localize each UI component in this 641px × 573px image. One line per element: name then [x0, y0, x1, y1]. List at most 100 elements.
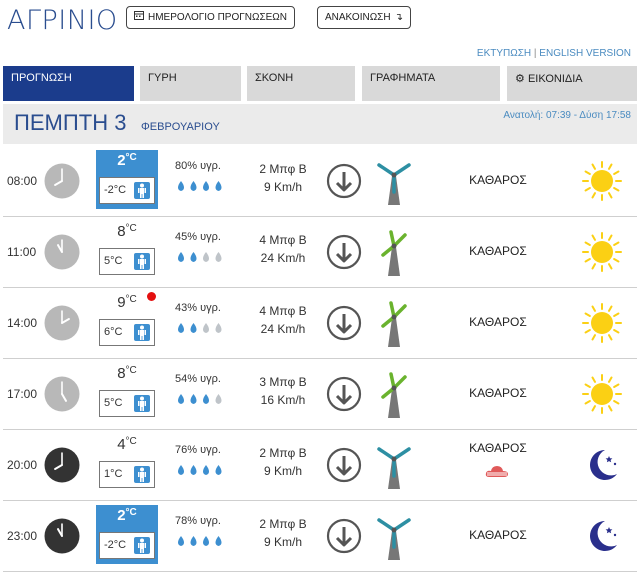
- wind-direction-arrow-icon: [326, 163, 362, 199]
- sky-description: ΚΑΘΑΡΟΣ: [469, 315, 527, 329]
- person-icon: [134, 324, 150, 341]
- temperature-unit: °C: [125, 152, 137, 163]
- humidity-drops-icon: [175, 534, 227, 548]
- day-header: ΠΕΜΠΤΗ 3 ΦΕΒΡΟΥΑΡΙΟΥ Ανατολή: 07:39 - Δύ…: [3, 104, 637, 144]
- humidity: 45% υγρ.: [175, 231, 221, 243]
- wind: 4 Μπφ Β 24 Km/h: [248, 231, 318, 267]
- tab-forecast[interactable]: ΠΡΟΓΝΩΣΗ: [3, 66, 134, 101]
- moon-icon: [581, 444, 623, 486]
- temperature-value: 9: [117, 294, 126, 311]
- print-link[interactable]: ΕΚΤΥΠΩΣΗ: [477, 48, 531, 59]
- clock-icon: [44, 163, 80, 199]
- wind-turbine-icon: [375, 442, 413, 490]
- tab-pollen[interactable]: ΓΥΡΗ: [140, 66, 241, 101]
- sun-icon: [581, 231, 623, 273]
- tab-label: ΣΚΟΝΗ: [255, 72, 294, 84]
- temperature-box: 2°C -2°C: [96, 150, 158, 209]
- temperature: 2°C: [96, 507, 158, 524]
- feels-like-value: 1°C: [104, 468, 123, 480]
- wind-speed: 9 Km/h: [263, 535, 302, 549]
- wind-direction-arrow-icon: [326, 234, 362, 270]
- calendar-button-label: ΗΜΕΡΟΛΟΓΙΟ ΠΡΟΓΝΩΣΕΩΝ: [148, 12, 288, 23]
- alert-dot: [147, 292, 156, 301]
- temperature-box: 8°C 5°C: [96, 363, 158, 422]
- wind: 2 Μπφ Β 9 Km/h: [248, 515, 318, 551]
- wind-beaufort: 2 Μπφ Β: [259, 517, 307, 531]
- row-time: 20:00: [7, 458, 38, 472]
- person-icon: [134, 466, 150, 483]
- english-version-link[interactable]: ENGLISH VERSION: [539, 48, 631, 59]
- wind: 4 Μπφ Β 24 Km/h: [248, 302, 318, 338]
- row-time: 14:00: [7, 316, 38, 330]
- wind-turbine-icon: [375, 513, 413, 561]
- feels-like-value: 5°C: [104, 255, 123, 267]
- temperature: 2°C: [96, 152, 158, 169]
- feels-like-value: -2°C: [104, 184, 127, 196]
- tab-label: ΠΡΟΓΝΩΣΗ: [11, 72, 72, 84]
- announcement-button-label: ΑΝΑΚΟΙΝΩΣΗ: [325, 12, 391, 23]
- forecast-row: 20:00 4°C 1°C 76% υγρ. 2 Μπφ Β 9 Km/h ΚΑ…: [3, 430, 637, 501]
- humidity-drops-icon: [175, 250, 227, 264]
- temperature-box: 2°C -2°C: [96, 505, 158, 564]
- temperature-value: 8: [117, 223, 126, 240]
- feels-like-value: 5°C: [104, 397, 123, 409]
- person-icon: [134, 182, 150, 199]
- temperature-box: 4°C 1°C: [96, 434, 158, 493]
- announcement-button[interactable]: ΑΝΑΚΟΙΝΩΣΗ ↴: [317, 6, 411, 29]
- feels-like-value: -2°C: [104, 539, 127, 551]
- clock-icon: [44, 305, 80, 341]
- wind-direction-arrow-icon: [326, 305, 362, 341]
- feels-like-box: -2°C: [99, 177, 155, 204]
- tab-charts[interactable]: ΓΡΑΦΗΜΑΤΑ: [362, 66, 500, 101]
- links-separator: |: [533, 48, 537, 59]
- wind: 3 Μπφ Β 16 Km/h: [248, 373, 318, 409]
- wind-direction-arrow-icon: [326, 447, 362, 483]
- tab-label: ΓΥΡΗ: [148, 72, 177, 84]
- sky-description: ΚΑΘΑΡΟΣ: [469, 441, 527, 455]
- city-title: ΑΓΡΙΝΙΟ: [7, 5, 118, 36]
- humidity: 80% υγρ.: [175, 160, 221, 172]
- wind-beaufort: 4 Μπφ Β: [259, 304, 307, 318]
- feels-like-value: 6°C: [104, 326, 123, 338]
- sun-icon: [581, 302, 623, 344]
- forecast-row: 14:00 9°C 6°C 43% υγρ. 4 Μπφ Β 24 Km/h Κ…: [3, 288, 637, 359]
- temperature-unit: °C: [125, 436, 137, 447]
- day-name: ΠΕΜΠΤΗ 3: [14, 110, 127, 135]
- feels-like-box: 1°C: [99, 461, 155, 488]
- feels-like-box: -2°C: [99, 532, 155, 559]
- humidity-drops-icon: [175, 321, 227, 335]
- temperature-unit: °C: [125, 365, 137, 376]
- temperature: 8°C: [96, 365, 158, 382]
- wind-turbine-icon: [375, 229, 413, 277]
- temperature: 8°C: [96, 223, 158, 240]
- feels-like-box: 5°C: [99, 248, 155, 275]
- clock-icon: [44, 376, 80, 412]
- wind-speed: 9 Km/h: [263, 464, 302, 478]
- wind-speed: 16 Km/h: [260, 393, 306, 407]
- temperature-box: 8°C 5°C: [96, 221, 158, 280]
- wind-turbine-icon: [375, 371, 413, 419]
- humidity-drops-icon: [175, 463, 227, 477]
- gear-icon: ⚙: [515, 73, 525, 85]
- wind: 2 Μπφ Β 9 Km/h: [248, 444, 318, 480]
- sky-description: ΚΑΘΑΡΟΣ: [469, 173, 527, 187]
- temperature-value: 4: [117, 436, 126, 453]
- forecast-calendar-button[interactable]: ΗΜΕΡΟΛΟΓΙΟ ΠΡΟΓΝΩΣΕΩΝ: [126, 6, 296, 29]
- tab-icons[interactable]: ⚙ ΕΙΚΟΝΙΔΙΑ: [507, 66, 637, 101]
- month-name: ΦΕΒΡΟΥΑΡΙΟΥ: [141, 121, 220, 133]
- tab-label: ΕΙΚΟΝΙΔΙΑ: [527, 73, 583, 85]
- wind-direction-arrow-icon: [326, 518, 362, 554]
- header-links: ΕΚΤΥΠΩΣΗ | ENGLISH VERSION: [477, 48, 631, 59]
- row-time: 11:00: [7, 245, 37, 259]
- wind-turbine-icon: [375, 158, 413, 206]
- wind-direction-arrow-icon: [326, 376, 362, 412]
- person-icon: [134, 395, 150, 412]
- row-time: 08:00: [7, 174, 38, 188]
- row-time: 17:00: [7, 387, 38, 401]
- temperature-box: 9°C 6°C: [96, 292, 158, 351]
- tab-dust[interactable]: ΣΚΟΝΗ: [247, 66, 355, 101]
- calendar-icon: [134, 7, 144, 28]
- wind-speed: 9 Km/h: [263, 180, 302, 194]
- temperature: 4°C: [96, 436, 158, 453]
- wind-beaufort: 4 Μπφ Β: [259, 233, 307, 247]
